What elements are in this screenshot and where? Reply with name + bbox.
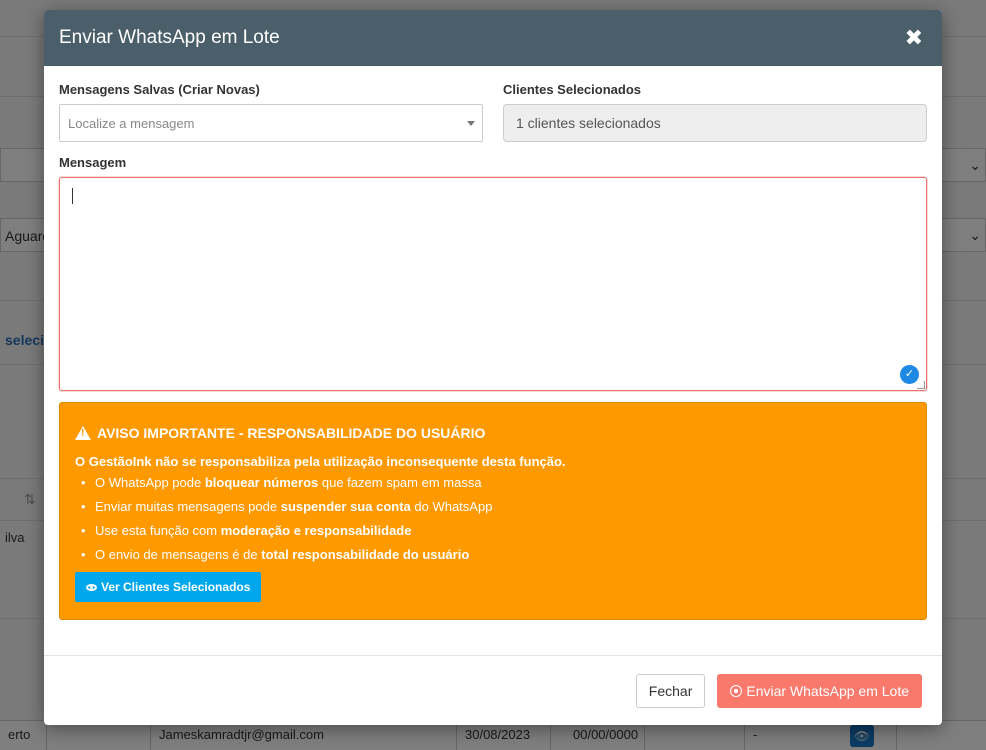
- selected-clients-label: Clientes Selecionados: [503, 82, 641, 97]
- warning-title: AVISO IMPORTANTE - RESPONSABILIDADE DO U…: [75, 425, 911, 441]
- saved-messages-group: Mensagens Salvas (Criar Novas) Localize …: [59, 82, 483, 142]
- modal-title: Enviar WhatsApp em Lote: [59, 27, 280, 48]
- modal-footer: Fechar Enviar WhatsApp em Lote: [44, 655, 942, 725]
- warning-item-bold: suspender sua conta: [280, 499, 411, 514]
- warning-item-text: O envio de mensagens é de: [95, 547, 262, 562]
- warning-item: Enviar muitas mensagens pode suspender s…: [81, 497, 911, 521]
- message-textarea[interactable]: [60, 178, 926, 390]
- selected-clients-group: Clientes Selecionados 1 clientes selecio…: [503, 82, 927, 142]
- warning-alert: AVISO IMPORTANTE - RESPONSABILIDADE DO U…: [59, 402, 927, 620]
- saved-messages-label[interactable]: Mensagens Salvas (Criar Novas): [59, 82, 483, 97]
- warning-item-text: Use esta função com: [95, 523, 221, 538]
- modal-body: Mensagens Salvas (Criar Novas) Localize …: [44, 66, 942, 620]
- message-textarea-wrapper: ✓: [59, 177, 927, 391]
- warning-item-bold: bloquear números: [204, 475, 319, 490]
- warning-item: O envio de mensagens é de total responsa…: [81, 545, 911, 569]
- view-selected-clients-label: Ver Clientes Selecionados: [101, 580, 251, 594]
- view-selected-clients-button[interactable]: Ver Clientes Selecionados: [75, 572, 262, 602]
- warning-title-text: AVISO IMPORTANTE - RESPONSABILIDADE DO U…: [97, 425, 486, 441]
- whatsapp-icon: [730, 684, 743, 697]
- send-button-label: Enviar WhatsApp em Lote: [746, 682, 909, 699]
- warning-item: O WhatsApp pode bloquear números que faz…: [81, 473, 911, 497]
- close-icon[interactable]: ✖: [905, 27, 923, 49]
- send-whatsapp-batch-button[interactable]: Enviar WhatsApp em Lote: [717, 673, 922, 708]
- warning-item-text: Enviar muitas mensagens pode: [95, 499, 281, 514]
- modal-header: Enviar WhatsApp em Lote ✖: [44, 10, 942, 66]
- caret-down-icon: [467, 121, 475, 126]
- whatsapp-batch-modal: Enviar WhatsApp em Lote ✖ Mensagens Salv…: [44, 10, 942, 725]
- close-button[interactable]: Fechar: [635, 673, 706, 708]
- form-row: Mensagens Salvas (Criar Novas) Localize …: [59, 82, 927, 142]
- warning-item: Use esta função com moderação e responsa…: [81, 521, 911, 545]
- warning-list: O WhatsApp pode bloquear números que faz…: [75, 473, 911, 569]
- saved-messages-placeholder: Localize a mensagem: [68, 115, 195, 131]
- warning-item-bold: moderação e responsabilidade: [220, 523, 412, 538]
- warning-item-text: que fazem spam em massa: [318, 475, 482, 490]
- text-cursor: [72, 188, 73, 204]
- eye-icon: [86, 583, 97, 591]
- resize-handle[interactable]: [917, 381, 925, 389]
- warning-triangle-icon: [75, 426, 91, 440]
- warning-item-text: do WhatsApp: [410, 499, 493, 514]
- selected-clients-field: 1 clientes selecionados: [503, 104, 927, 142]
- message-label: Mensagem: [59, 155, 127, 170]
- warning-lead: O GestãoInk não se responsabiliza pela u…: [75, 454, 566, 469]
- warning-item-text: O WhatsApp pode: [95, 475, 205, 490]
- warning-item-bold: total responsabilidade do usuário: [261, 547, 470, 562]
- saved-messages-select[interactable]: Localize a mensagem: [59, 104, 483, 142]
